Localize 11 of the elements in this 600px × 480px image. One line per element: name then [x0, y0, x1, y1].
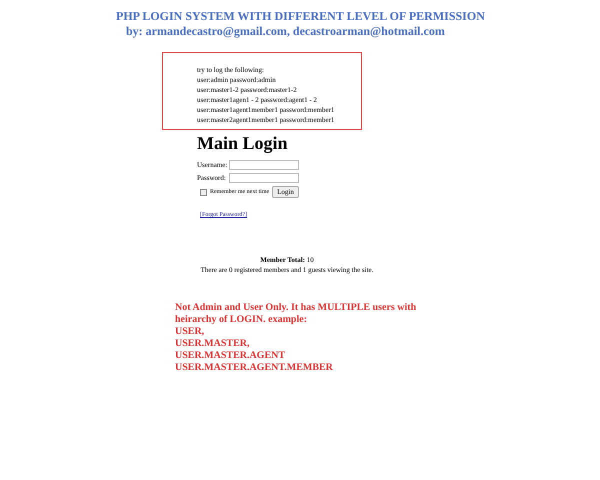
hierarchy-note: USER.MASTER.AGENT	[175, 350, 286, 362]
hierarchy-note: USER.MASTER.AGENT.MEMBER	[175, 362, 334, 374]
login-title: Main Login	[197, 132, 289, 154]
remember-checkbox[interactable]	[200, 188, 207, 196]
password-field[interactable]	[229, 172, 299, 183]
author-byline: by: armandecastro@gmail.com, decastroarman@hotmail.com	[126, 23, 446, 39]
page-title: PHP LOGIN SYSTEM WITH DIFFERENT LEVEL OF PERMISSION	[116, 9, 486, 23]
username-field[interactable]	[229, 160, 299, 170]
hierarchy-note: Not Admin and User Only. It has MULTIPLE users with heirarchy of LOGIN. example:	[175, 302, 418, 326]
hierarchy-note: USER.MASTER,	[175, 338, 250, 350]
hierarchy-note: USER,	[175, 326, 206, 338]
